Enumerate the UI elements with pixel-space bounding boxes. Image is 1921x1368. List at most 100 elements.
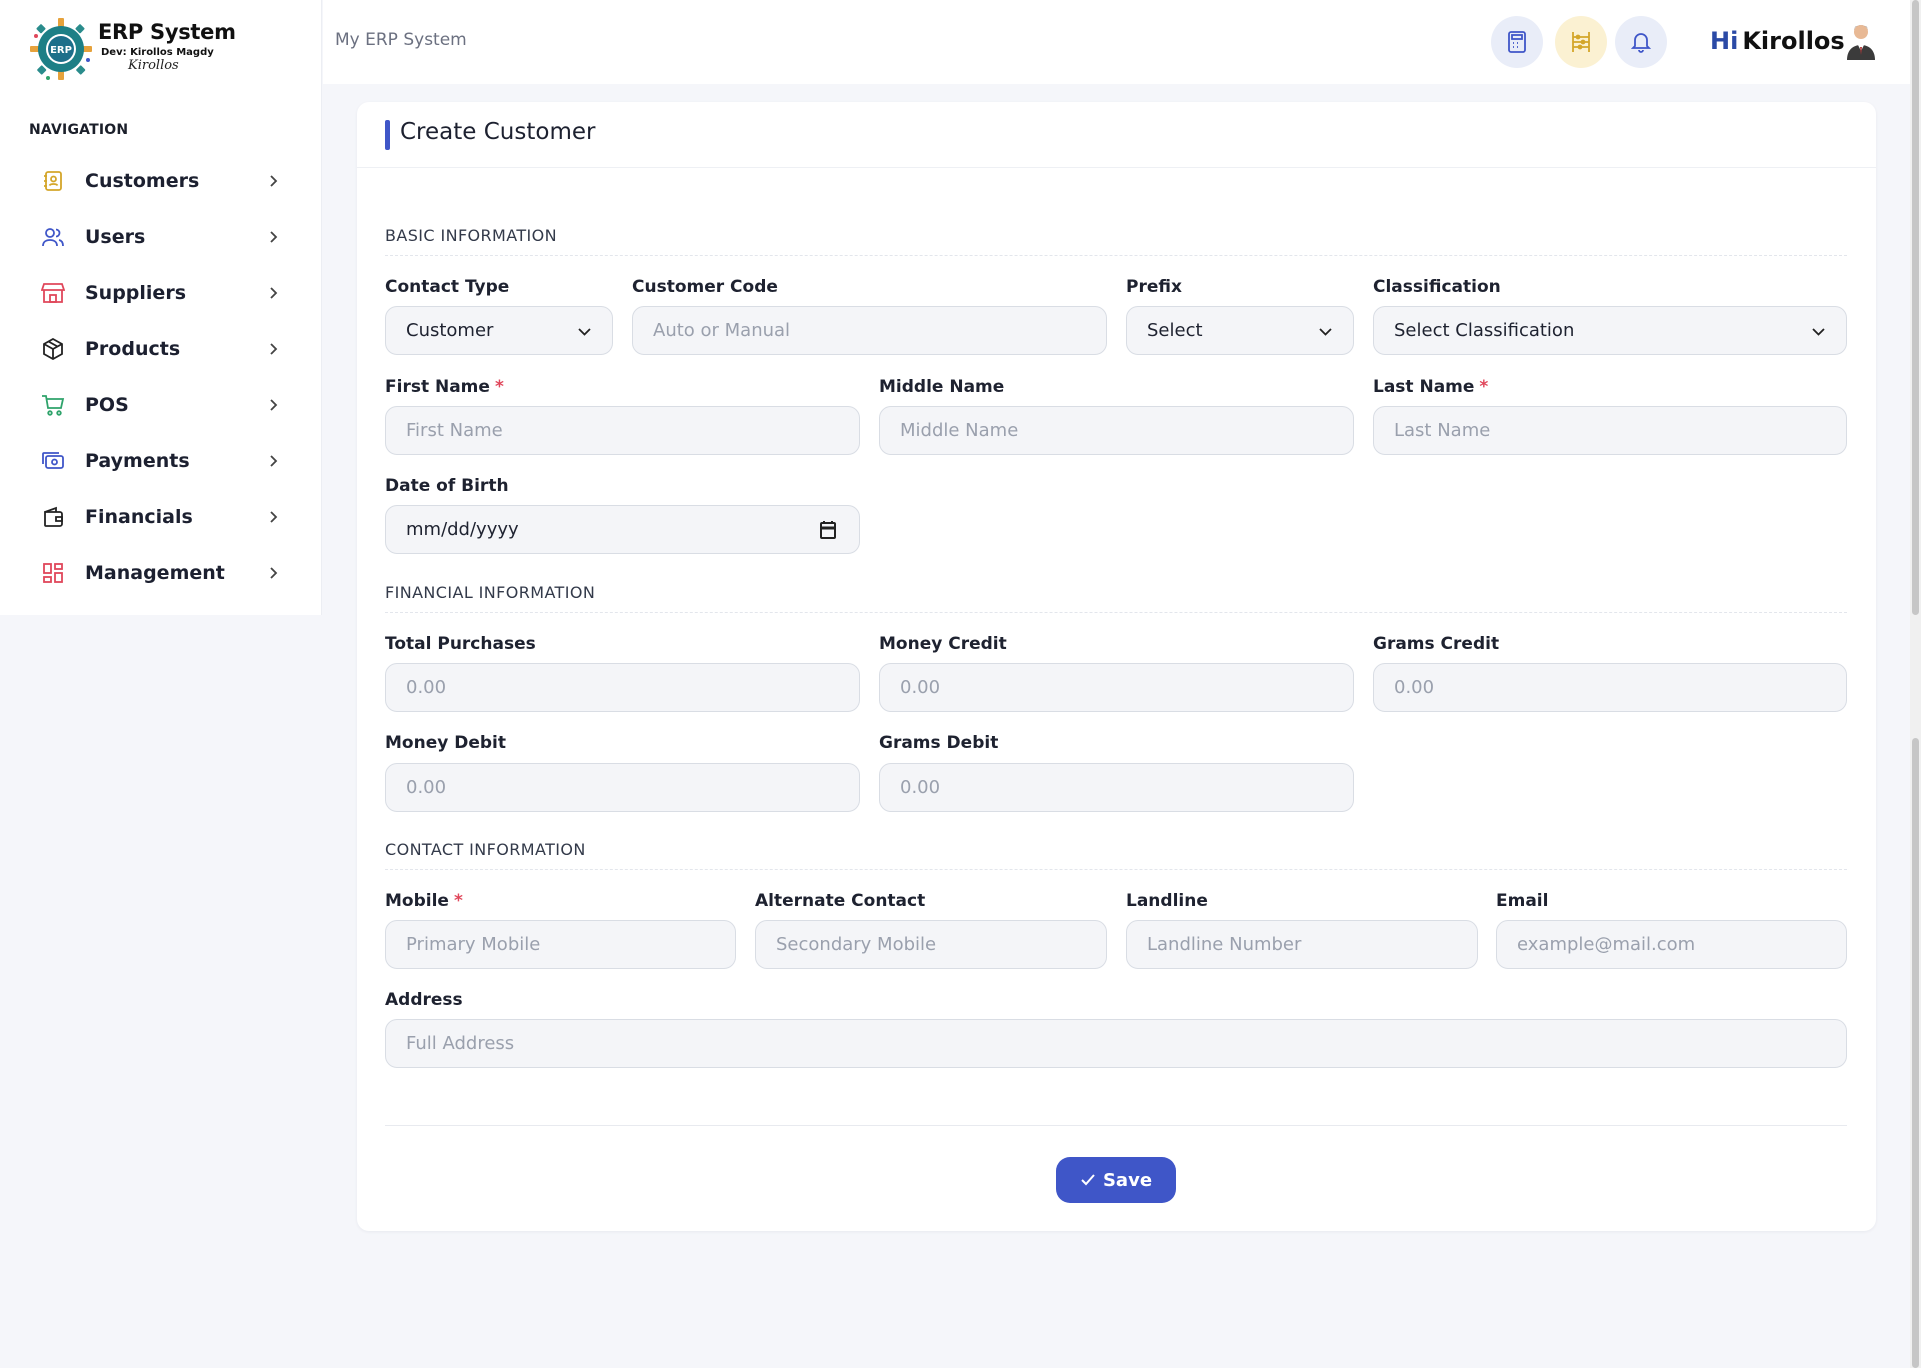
create-customer-card: Create Customer BASIC INFORMATION Contac…	[357, 102, 1876, 1231]
sidebar-item-label: POS	[85, 394, 129, 416]
chevron-right-icon	[270, 175, 278, 187]
abacus-icon	[1572, 32, 1590, 52]
money-debit-label: Money Debit	[385, 733, 506, 753]
scrollbar-thumb[interactable]	[1912, 0, 1919, 615]
customer-code-input[interactable]: Auto or Manual	[632, 306, 1107, 355]
sidebar-item-users[interactable]: Users	[28, 209, 288, 265]
email-input[interactable]: example@mail.com	[1496, 920, 1847, 969]
user-greeting[interactable]: Hi Kirollos	[1710, 27, 1845, 55]
first-name-input[interactable]: First Name	[385, 406, 860, 455]
section-divider	[385, 612, 1847, 613]
sidebar-item-label: Payments	[85, 450, 190, 472]
first-name-label: First Name *	[385, 377, 504, 397]
middle-name-label: Middle Name	[879, 377, 1005, 397]
chevron-right-icon	[270, 511, 278, 523]
mobile-input[interactable]: Primary Mobile	[385, 920, 736, 969]
sidebar-item-label: Management	[85, 562, 225, 584]
landline-input[interactable]: Landline Number	[1126, 920, 1478, 969]
nav-heading: NAVIGATION	[29, 122, 129, 138]
prefix-label: Prefix	[1126, 277, 1182, 297]
card-header: Create Customer	[357, 102, 1876, 168]
wallet-icon	[40, 504, 66, 530]
chevron-down-icon	[578, 328, 591, 336]
topbar-title: My ERP System	[335, 30, 467, 50]
package-icon	[40, 336, 66, 362]
middle-name-input[interactable]: Middle Name	[879, 406, 1354, 455]
chevron-right-icon	[270, 455, 278, 467]
section-basic-information: BASIC INFORMATION	[385, 226, 558, 245]
chevron-right-icon	[270, 287, 278, 299]
payment-icon	[40, 448, 66, 474]
sidebar-item-label: Suppliers	[85, 282, 187, 304]
grams-credit-label: Grams Credit	[1373, 634, 1500, 654]
chevron-right-icon	[270, 399, 278, 411]
contact-type-select[interactable]: Customer	[385, 306, 613, 355]
total-purchases-label: Total Purchases	[385, 634, 536, 654]
greeting-name: Kirollos	[1742, 27, 1845, 55]
notifications-button[interactable]	[1615, 16, 1667, 68]
grams-debit-label: Grams Debit	[879, 733, 999, 753]
store-icon	[40, 280, 66, 306]
classification-select[interactable]: Select Classification	[1373, 306, 1847, 355]
chevron-down-icon	[1812, 328, 1825, 336]
footer-divider	[385, 1125, 1847, 1126]
sidebar-item-label: Customers	[85, 170, 200, 192]
sidebar-item-customers[interactable]: Customers	[28, 153, 288, 209]
prefix-select[interactable]: Select	[1126, 306, 1354, 355]
money-credit-input[interactable]: 0.00	[879, 663, 1354, 712]
brand-signature: Kirollos	[128, 58, 179, 73]
sidebar-item-pos[interactable]: POS	[28, 377, 288, 433]
dob-label: Date of Birth	[385, 476, 509, 496]
sidebar-nav: Customers Users Suppliers Products POS P…	[28, 153, 288, 601]
money-debit-input[interactable]: 0.00	[385, 763, 860, 812]
chevron-right-icon	[270, 343, 278, 355]
chevron-right-icon	[270, 231, 278, 243]
last-name-label: Last Name *	[1373, 377, 1489, 397]
sidebar-item-payments[interactable]: Payments	[28, 433, 288, 489]
sidebar: ERP ERP System Dev: Kirollos Magdy Kirol…	[0, 0, 322, 615]
section-contact-information: CONTACT INFORMATION	[385, 840, 586, 859]
users-icon	[40, 224, 66, 250]
calendar-icon[interactable]	[819, 520, 837, 540]
brand[interactable]: ERP ERP System Dev: Kirollos Magdy Kirol…	[28, 16, 236, 82]
mobile-label: Mobile *	[385, 891, 463, 911]
chevron-right-icon	[270, 567, 278, 579]
calculator-icon	[1508, 31, 1526, 53]
sidebar-item-products[interactable]: Products	[28, 321, 288, 377]
required-marker: *	[494, 377, 504, 397]
svg-text:ERP: ERP	[50, 45, 72, 56]
sidebar-item-management[interactable]: Management	[28, 545, 288, 601]
classification-label: Classification	[1373, 277, 1501, 297]
scrollbar-thumb-lower[interactable]	[1912, 738, 1919, 1368]
sidebar-item-suppliers[interactable]: Suppliers	[28, 265, 288, 321]
dob-input[interactable]: mm/dd/yyyy	[385, 505, 860, 554]
sidebar-item-label: Products	[85, 338, 181, 360]
grams-credit-input[interactable]: 0.00	[1373, 663, 1847, 712]
required-marker: *	[1479, 377, 1489, 397]
section-financial-information: FINANCIAL INFORMATION	[385, 583, 596, 602]
contact-type-label: Contact Type	[385, 277, 510, 297]
save-button[interactable]: Save	[1056, 1157, 1176, 1203]
sidebar-item-label: Financials	[85, 506, 193, 528]
section-divider	[385, 869, 1847, 870]
erp-logo-icon: ERP	[30, 18, 92, 80]
grams-debit-input[interactable]: 0.00	[879, 763, 1354, 812]
page-title: Create Customer	[400, 119, 596, 145]
total-purchases-input[interactable]: 0.00	[385, 663, 860, 712]
brand-title: ERP System	[98, 20, 236, 44]
bell-icon	[1631, 33, 1651, 53]
contact-book-icon	[40, 168, 66, 194]
sidebar-item-financials[interactable]: Financials	[28, 489, 288, 545]
calculator-button[interactable]	[1491, 16, 1543, 68]
alternate-contact-input[interactable]: Secondary Mobile	[755, 920, 1107, 969]
topbar: My ERP System Hi Kirollos	[323, 0, 1910, 84]
email-label: Email	[1496, 891, 1549, 911]
section-divider	[385, 255, 1847, 256]
abacus-button[interactable]	[1555, 16, 1607, 68]
check-icon	[1081, 1174, 1095, 1186]
last-name-input[interactable]: Last Name	[1373, 406, 1847, 455]
customer-code-label: Customer Code	[632, 277, 778, 297]
avatar[interactable]	[1844, 22, 1878, 60]
address-input[interactable]: Full Address	[385, 1019, 1847, 1068]
sidebar-item-label: Users	[85, 226, 146, 248]
